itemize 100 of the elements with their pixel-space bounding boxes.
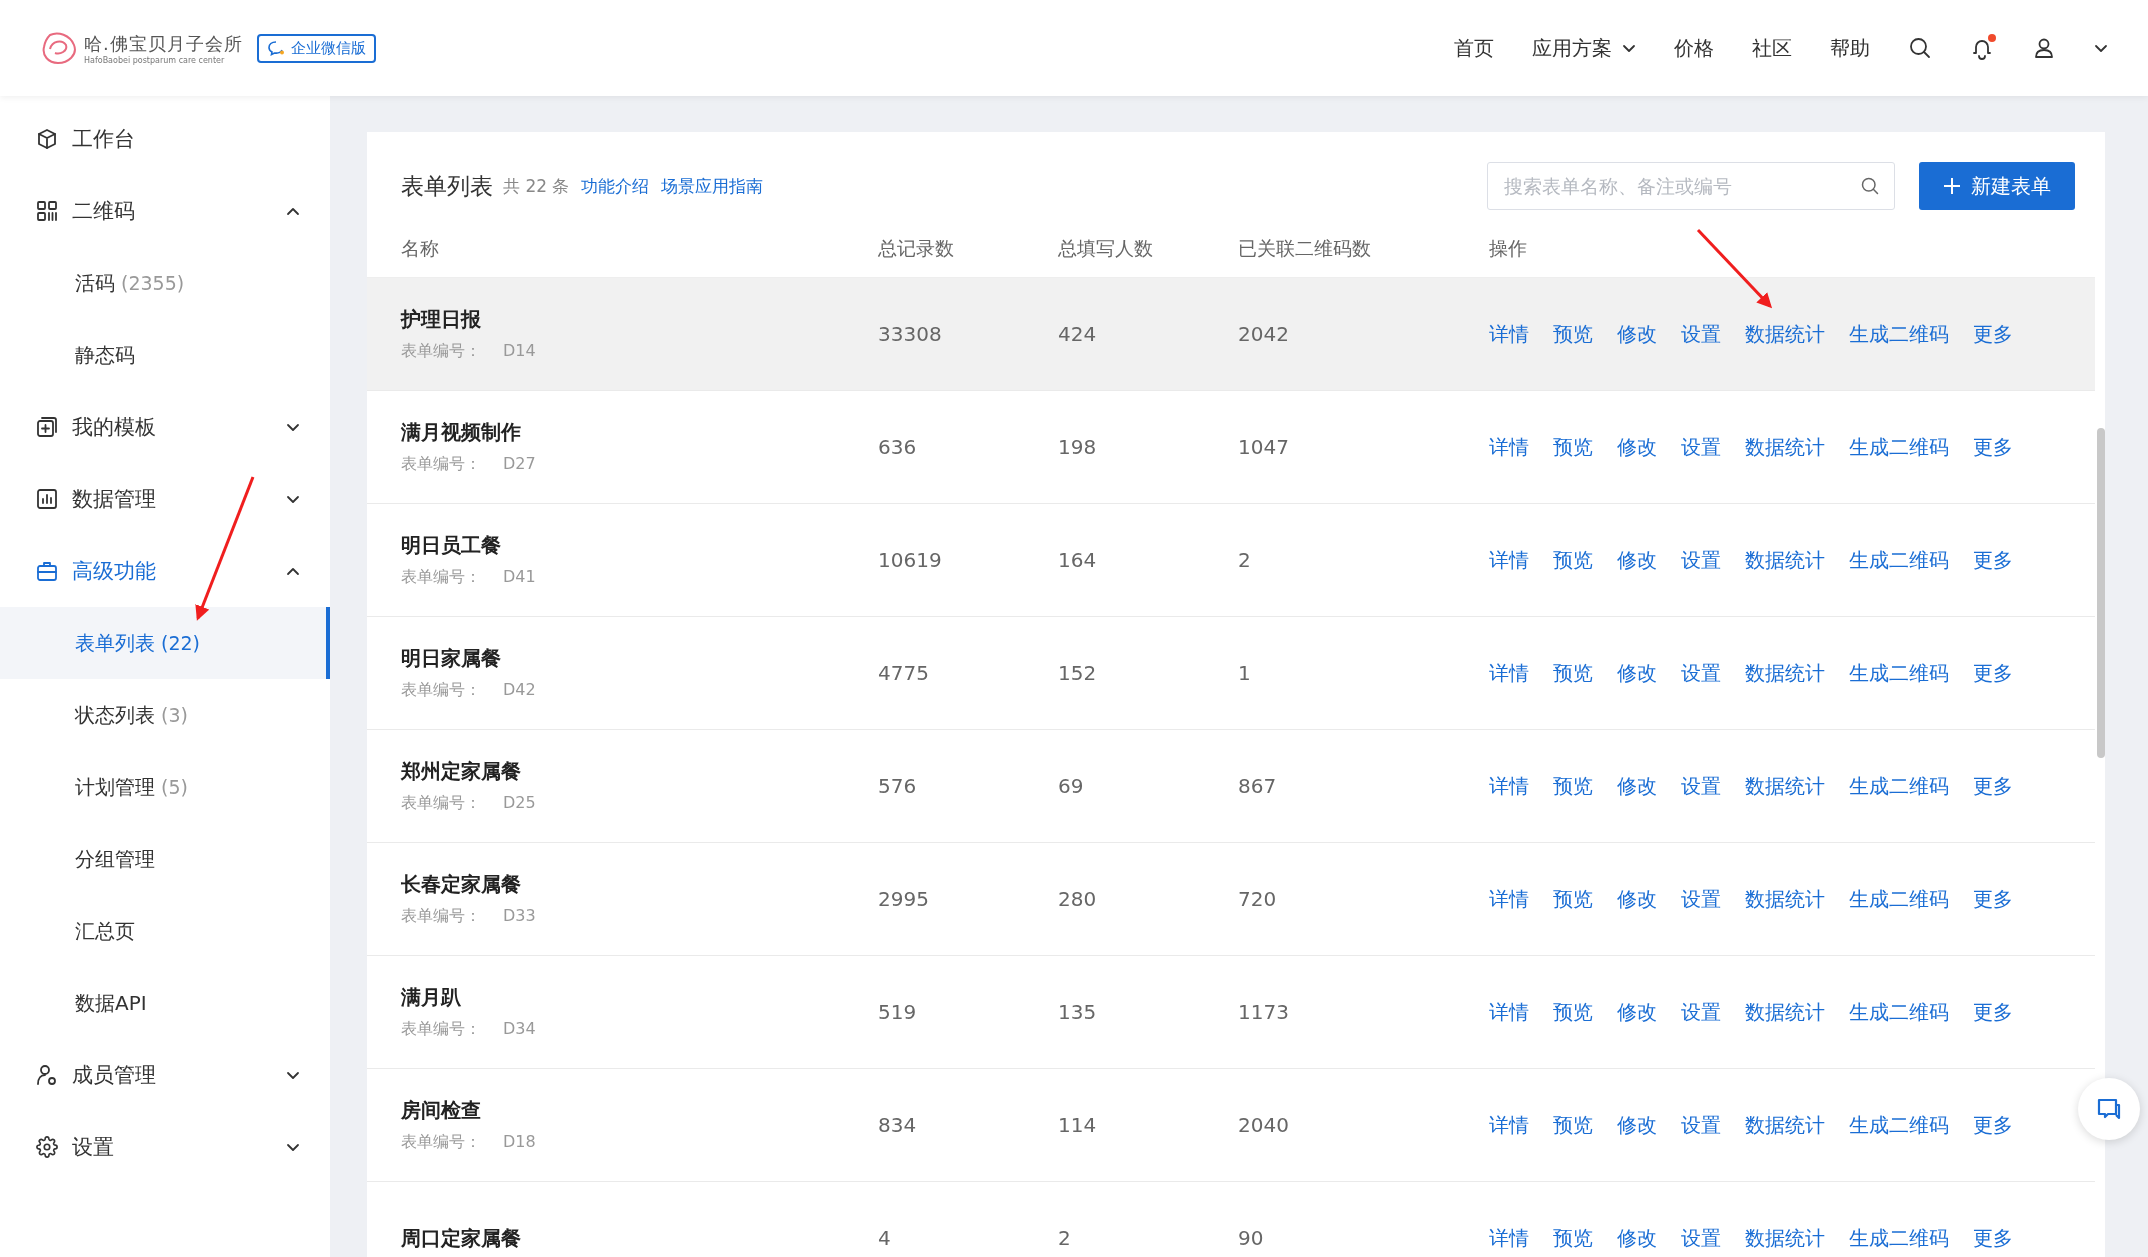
row-action-link[interactable]: 生成二维码 [1849, 659, 1949, 687]
row-action-link[interactable]: 详情 [1489, 659, 1529, 687]
sidebar-item[interactable]: 工作台 [0, 103, 330, 175]
row-action-link[interactable]: 设置 [1681, 659, 1721, 687]
notification-bell-icon[interactable] [1970, 36, 1994, 60]
sidebar-subitem[interactable]: 表单列表 (22) [0, 607, 330, 679]
row-action-link[interactable]: 生成二维码 [1849, 433, 1949, 461]
sidebar-item[interactable]: 设置 [0, 1111, 330, 1183]
row-action-link[interactable]: 更多 [1973, 1111, 2013, 1139]
filler-count: 152 [1058, 661, 1098, 685]
sidebar-subitem[interactable]: 汇总页 [0, 895, 330, 967]
search-icon[interactable] [1908, 36, 1932, 60]
row-action-link[interactable]: 生成二维码 [1849, 1224, 1949, 1252]
sidebar-item[interactable]: 数据管理 [0, 463, 330, 535]
row-action-link[interactable]: 更多 [1973, 546, 2013, 574]
row-action-link[interactable]: 设置 [1681, 433, 1721, 461]
row-action-link[interactable]: 更多 [1973, 433, 2013, 461]
row-action-link[interactable]: 数据统计 [1745, 659, 1825, 687]
row-action-link[interactable]: 修改 [1617, 320, 1657, 348]
row-action-link[interactable]: 修改 [1617, 546, 1657, 574]
nav-link[interactable]: 帮助 [1830, 34, 1870, 62]
row-action-link[interactable]: 修改 [1617, 1224, 1657, 1252]
row-action-link[interactable]: 更多 [1973, 772, 2013, 800]
scrollbar[interactable] [2097, 428, 2105, 758]
sidebar-subitem[interactable]: 计划管理 (5) [0, 751, 330, 823]
row-action-link[interactable]: 修改 [1617, 772, 1657, 800]
row-action-link[interactable]: 修改 [1617, 433, 1657, 461]
nav-link[interactable]: 社区 [1752, 34, 1792, 62]
row-action-link[interactable]: 详情 [1489, 772, 1529, 800]
help-link[interactable]: 场景应用指南 [661, 174, 764, 198]
search-field[interactable]: 搜索表单名称、备注或编号 [1487, 162, 1895, 210]
row-action-link[interactable]: 详情 [1489, 1224, 1529, 1252]
row-action-link[interactable]: 预览 [1553, 320, 1593, 348]
row-action-link[interactable]: 数据统计 [1745, 885, 1825, 913]
help-link[interactable]: 功能介绍 [581, 174, 650, 198]
row-action-link[interactable]: 预览 [1553, 1111, 1593, 1139]
row-action-link[interactable]: 预览 [1553, 885, 1593, 913]
new-form-button[interactable]: 新建表单 [1919, 162, 2075, 210]
form-code: D33 [503, 906, 536, 927]
row-action-link[interactable]: 详情 [1489, 546, 1529, 574]
chevron-down-icon [286, 494, 300, 504]
row-action-link[interactable]: 生成二维码 [1849, 998, 1949, 1026]
row-action-link[interactable]: 更多 [1973, 659, 2013, 687]
row-action-link[interactable]: 设置 [1681, 546, 1721, 574]
row-action-link[interactable]: 更多 [1973, 320, 2013, 348]
row-action-link[interactable]: 预览 [1553, 433, 1593, 461]
row-action-link[interactable]: 设置 [1681, 1224, 1721, 1252]
row-action-link[interactable]: 生成二维码 [1849, 1111, 1949, 1139]
row-action-link[interactable]: 数据统计 [1745, 546, 1825, 574]
row-action-link[interactable]: 修改 [1617, 998, 1657, 1026]
row-action-link[interactable]: 预览 [1553, 772, 1593, 800]
nav-link[interactable]: 价格 [1674, 34, 1714, 62]
row-action-link[interactable]: 详情 [1489, 433, 1529, 461]
row-action-link[interactable]: 数据统计 [1745, 772, 1825, 800]
row-action-link[interactable]: 详情 [1489, 320, 1529, 348]
sidebar-item[interactable]: 我的模板 [0, 391, 330, 463]
row-action-link[interactable]: 数据统计 [1745, 433, 1825, 461]
row-action-link[interactable]: 预览 [1553, 659, 1593, 687]
sidebar-subitem[interactable]: 数据API [0, 967, 330, 1039]
sidebar-subitem[interactable]: 分组管理 [0, 823, 330, 895]
row-action-link[interactable]: 预览 [1553, 546, 1593, 574]
row-action-link[interactable]: 修改 [1617, 885, 1657, 913]
row-action-link[interactable]: 设置 [1681, 1111, 1721, 1139]
sidebar-subitem[interactable]: 活码 (2355) [0, 247, 330, 319]
nav-link[interactable]: 首页 [1454, 34, 1494, 62]
row-action-link[interactable]: 生成二维码 [1849, 772, 1949, 800]
row-action-link[interactable]: 设置 [1681, 320, 1721, 348]
row-action-link[interactable]: 生成二维码 [1849, 546, 1949, 574]
row-action-link[interactable]: 数据统计 [1745, 320, 1825, 348]
row-action-link[interactable]: 生成二维码 [1849, 320, 1949, 348]
row-action-link[interactable]: 预览 [1553, 998, 1593, 1026]
sidebar-subitem[interactable]: 静态码 [0, 319, 330, 391]
row-action-link[interactable]: 详情 [1489, 885, 1529, 913]
row-action-link[interactable]: 预览 [1553, 1224, 1593, 1252]
row-action-link[interactable]: 设置 [1681, 885, 1721, 913]
row-action-link[interactable]: 设置 [1681, 998, 1721, 1026]
chat-bubble-icon [266, 40, 285, 56]
row-action-link[interactable]: 数据统计 [1745, 998, 1825, 1026]
row-action-link[interactable]: 更多 [1973, 998, 2013, 1026]
code-label: 表单编号： [401, 454, 481, 475]
sidebar-item[interactable]: 二维码 [0, 175, 330, 247]
row-action-link[interactable]: 设置 [1681, 772, 1721, 800]
row-action-link[interactable]: 修改 [1617, 1111, 1657, 1139]
row-action-link[interactable]: 生成二维码 [1849, 885, 1949, 913]
chat-button[interactable] [2078, 1078, 2140, 1140]
nav-link[interactable]: 应用方案 [1532, 34, 1636, 62]
edition-badge[interactable]: 企业微信版 [256, 33, 376, 63]
form-name: 明日员工餐 [401, 532, 502, 559]
sidebar-subitem[interactable]: 状态列表 (3) [0, 679, 330, 751]
sidebar-item[interactable]: 高级功能 [0, 535, 330, 607]
row-action-link[interactable]: 更多 [1973, 1224, 2013, 1252]
row-action-link[interactable]: 数据统计 [1745, 1111, 1825, 1139]
row-action-link[interactable]: 数据统计 [1745, 1224, 1825, 1252]
row-action-link[interactable]: 修改 [1617, 659, 1657, 687]
sidebar-item[interactable]: 成员管理 [0, 1039, 330, 1111]
row-action-link[interactable]: 更多 [1973, 885, 2013, 913]
row-action-link[interactable]: 详情 [1489, 998, 1529, 1026]
user-gear-icon [36, 1064, 58, 1086]
row-action-link[interactable]: 详情 [1489, 1111, 1529, 1139]
user-icon[interactable] [2032, 36, 2056, 60]
